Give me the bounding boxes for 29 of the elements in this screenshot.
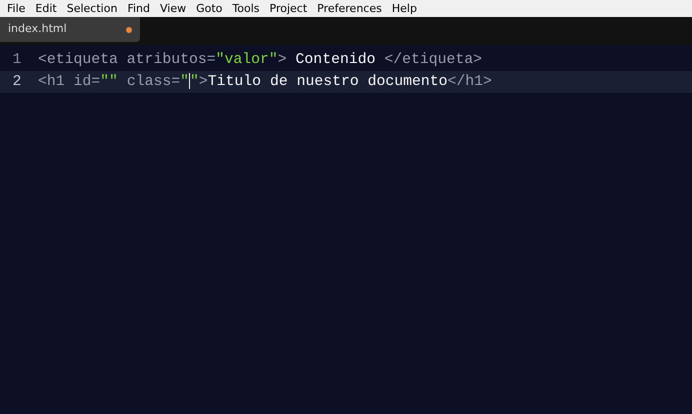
menu-item[interactable]: Project xyxy=(264,0,312,17)
menu-item[interactable]: Goto xyxy=(191,0,228,17)
code-token: </etiqueta> xyxy=(384,52,482,68)
code-token: Titulo de nuestro documento xyxy=(208,74,448,90)
menu-item[interactable]: File xyxy=(2,0,30,17)
code-token: " xyxy=(180,74,189,90)
code-token: id= xyxy=(72,74,100,90)
code-token: </h1> xyxy=(448,74,492,90)
code-token: "valor" xyxy=(216,52,278,68)
menu-item[interactable]: Preferences xyxy=(312,0,387,17)
code-token: > xyxy=(198,74,208,90)
menu-item[interactable]: Find xyxy=(122,0,155,17)
line-number: 2 xyxy=(12,73,22,92)
menu-item[interactable]: Help xyxy=(386,0,422,17)
code-token: Contenido xyxy=(294,52,376,68)
code-token: > xyxy=(278,52,287,68)
menu-item[interactable]: Selection xyxy=(62,0,122,17)
menu-item[interactable]: View xyxy=(154,0,192,17)
code-token: class= xyxy=(126,74,180,90)
menu-item[interactable]: Tools xyxy=(227,0,264,17)
code-token: <h1 xyxy=(38,74,65,90)
text-cursor xyxy=(189,73,190,90)
file-tab[interactable]: index.html xyxy=(0,17,140,42)
menu-item[interactable]: Edit xyxy=(30,0,62,17)
code-token: atributos= xyxy=(126,52,216,68)
code-token: <etiqueta xyxy=(38,52,118,68)
code-token: "" xyxy=(100,74,118,90)
line-number: 1 xyxy=(12,51,22,70)
code-token: " xyxy=(190,74,199,90)
